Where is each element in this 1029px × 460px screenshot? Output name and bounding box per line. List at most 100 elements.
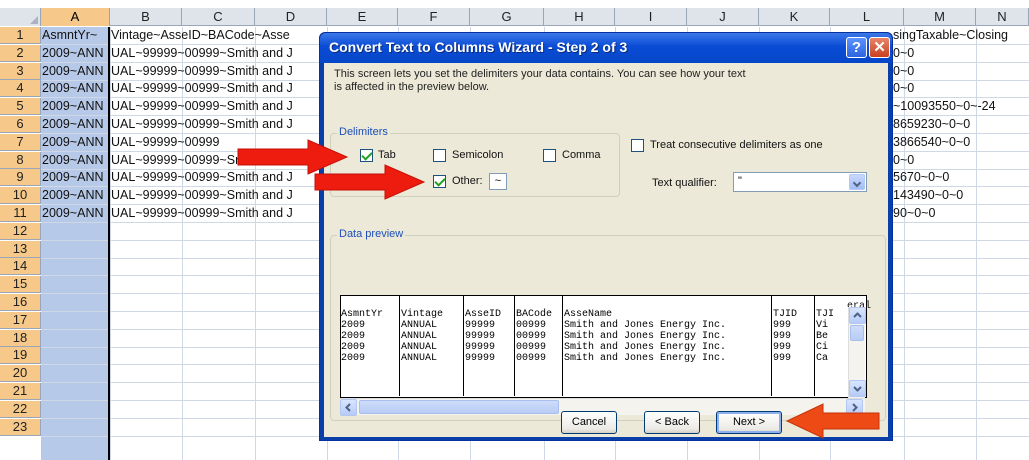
cell-a-11[interactable]: 2009~ANN xyxy=(42,205,108,222)
row-header-9[interactable]: 9 xyxy=(0,169,41,186)
cell-a-4[interactable]: 2009~ANN xyxy=(42,80,108,97)
cell-m-4[interactable]: 0~0 xyxy=(893,80,1029,97)
preview-column-4[interactable]: BACode 00999 00999 00999 00999 xyxy=(516,296,562,396)
row-header-13[interactable]: 13 xyxy=(0,241,41,258)
other-checkbox[interactable] xyxy=(433,175,446,188)
column-header-m[interactable]: M xyxy=(904,8,976,26)
row-header-10[interactable]: 10 xyxy=(0,187,41,204)
row-header-14[interactable]: 14 xyxy=(0,258,41,275)
cell-a-8[interactable]: 2009~ANN xyxy=(42,152,108,169)
comma-checkbox[interactable] xyxy=(543,149,556,162)
cell-b-1[interactable]: Vintage~AsseID~BACode~Asse xyxy=(111,27,320,44)
row-header-20[interactable]: 20 xyxy=(0,365,41,382)
preview-column-2[interactable]: Vintage ANNUAL ANNUAL ANNUAL ANNUAL xyxy=(401,296,463,396)
row-header-6[interactable]: 6 xyxy=(0,116,41,133)
preview-column-6[interactable]: TJID 999 999 999 999 xyxy=(773,296,814,396)
cell-b-2[interactable]: UAL~99999~00999~Smith and J xyxy=(111,45,320,62)
cell-a-1[interactable]: AsmntYr~ xyxy=(42,27,108,44)
select-all-corner[interactable] xyxy=(0,8,41,26)
back-button[interactable]: < Back xyxy=(644,411,700,434)
preview-vertical-scrollbar[interactable] xyxy=(848,307,866,398)
cell-m-1[interactable]: singTaxable~Closing xyxy=(893,27,1029,44)
row-header-5[interactable]: 5 xyxy=(0,98,41,115)
row-header-21[interactable]: 21 xyxy=(0,383,41,400)
cell-m-3[interactable]: 0~0 xyxy=(893,63,1029,80)
row-header-4[interactable]: 4 xyxy=(0,80,41,97)
preview-column-5[interactable]: AsseName Smith and Jones Energy Inc. Smith… xyxy=(564,296,771,396)
cell-b-11[interactable]: UAL~99999~00999~Smith and J xyxy=(111,205,320,222)
row-header-2[interactable]: 2 xyxy=(0,45,41,62)
cancel-button[interactable]: Cancel xyxy=(561,411,617,434)
data-preview-table[interactable]: AsmntYr 2009 2009 2009 2009 Vintage ANNUAL ANNU… xyxy=(340,295,867,398)
cell-a-5[interactable]: 2009~ANN xyxy=(42,98,108,115)
scroll-down-icon[interactable] xyxy=(849,380,866,397)
cell-b-4[interactable]: UAL~99999~00999~Smith and J xyxy=(111,80,320,97)
cell-a-9[interactable]: 2009~ANN xyxy=(42,169,108,186)
column-header-c[interactable]: C xyxy=(182,8,255,26)
cell-a-2[interactable]: 2009~ANN xyxy=(42,45,108,62)
preview-column-1[interactable]: AsmntYr 2009 2009 2009 2009 xyxy=(341,296,399,396)
column-header-k[interactable]: K xyxy=(759,8,830,26)
row-header-1[interactable]: 1 xyxy=(0,27,41,44)
column-header-l[interactable]: L xyxy=(830,8,904,26)
cell-b-10[interactable]: UAL~99999~00999~Smith and J xyxy=(111,187,320,204)
row-header-18[interactable]: 18 xyxy=(0,330,41,347)
cell-b-5[interactable]: UAL~99999~00999~Smith and J xyxy=(111,98,320,115)
column-header-a[interactable]: A xyxy=(41,8,110,26)
row-header-16[interactable]: 16 xyxy=(0,294,41,311)
column-header-j[interactable]: J xyxy=(687,8,759,26)
column-header-f[interactable]: F xyxy=(398,8,470,26)
row-header-23[interactable]: 23 xyxy=(0,419,41,436)
cell-m-10[interactable]: 143490~0~0 xyxy=(893,187,1029,204)
horizontal-scroll-thumb[interactable] xyxy=(359,400,559,414)
cell-b-3[interactable]: UAL~99999~00999~Smith and J xyxy=(111,63,320,80)
preview-column-3[interactable]: AsseID 99999 99999 99999 99999 xyxy=(465,296,514,396)
column-header-d[interactable]: D xyxy=(255,8,327,26)
column-header-h[interactable]: H xyxy=(544,8,615,26)
scroll-left-icon[interactable] xyxy=(340,399,357,416)
dialog-title-bar[interactable]: Convert Text to Columns Wizard - Step 2 … xyxy=(320,33,892,63)
tab-checkbox[interactable] xyxy=(360,149,373,162)
scroll-up-icon[interactable] xyxy=(849,307,866,324)
consecutive-checkbox[interactable] xyxy=(631,139,644,152)
column-header-n[interactable]: N xyxy=(976,8,1029,26)
cell-m-11[interactable]: 90~0~0 xyxy=(893,205,1029,222)
preview-column-break[interactable] xyxy=(771,296,772,396)
preview-column-break[interactable] xyxy=(562,296,563,396)
cell-m-2[interactable]: 0~0 xyxy=(893,45,1029,62)
preview-column-break[interactable] xyxy=(814,296,815,396)
cell-b-6[interactable]: UAL~99999~00999~Smith and J xyxy=(111,116,320,133)
vertical-scroll-thumb[interactable] xyxy=(850,325,864,341)
row-header-17[interactable]: 17 xyxy=(0,312,41,329)
preview-column-break[interactable] xyxy=(463,296,464,396)
other-delimiter-input[interactable]: ~ xyxy=(489,173,507,190)
cell-m-9[interactable]: 5670~0~0 xyxy=(893,169,1029,186)
row-header-12[interactable]: 12 xyxy=(0,223,41,240)
preview-column-break[interactable] xyxy=(399,296,400,396)
row-header-11[interactable]: 11 xyxy=(0,205,41,222)
cell-a-10[interactable]: 2009~ANN xyxy=(42,187,108,204)
next-button[interactable]: Next > xyxy=(716,411,782,434)
row-header-19[interactable]: 19 xyxy=(0,347,41,364)
row-header-7[interactable]: 7 xyxy=(0,134,41,151)
column-header-e[interactable]: E xyxy=(327,8,398,26)
row-header-22[interactable]: 22 xyxy=(0,401,41,418)
cell-m-5[interactable]: ~10093550~0~-24 xyxy=(893,98,1029,115)
cell-m-6[interactable]: 8659230~0~0 xyxy=(893,116,1029,133)
row-header-8[interactable]: 8 xyxy=(0,152,41,169)
help-button[interactable]: ? xyxy=(846,37,867,58)
column-header-b[interactable]: B xyxy=(110,8,182,26)
preview-column-break[interactable] xyxy=(514,296,515,396)
column-header-g[interactable]: G xyxy=(470,8,544,26)
close-button[interactable]: ✕ xyxy=(869,37,890,58)
row-header-15[interactable]: 15 xyxy=(0,276,41,293)
text-qualifier-select[interactable]: " xyxy=(733,172,867,192)
cell-a-7[interactable]: 2009~ANN xyxy=(42,134,108,151)
column-header-i[interactable]: I xyxy=(615,8,687,26)
cell-a-6[interactable]: 2009~ANN xyxy=(42,116,108,133)
chevron-down-icon[interactable] xyxy=(849,174,865,190)
row-header-3[interactable]: 3 xyxy=(0,63,41,80)
cell-m-8[interactable]: 0~0 xyxy=(893,152,1029,169)
cell-m-7[interactable]: 3866540~0~0 xyxy=(893,134,1029,151)
semicolon-checkbox[interactable] xyxy=(433,149,446,162)
